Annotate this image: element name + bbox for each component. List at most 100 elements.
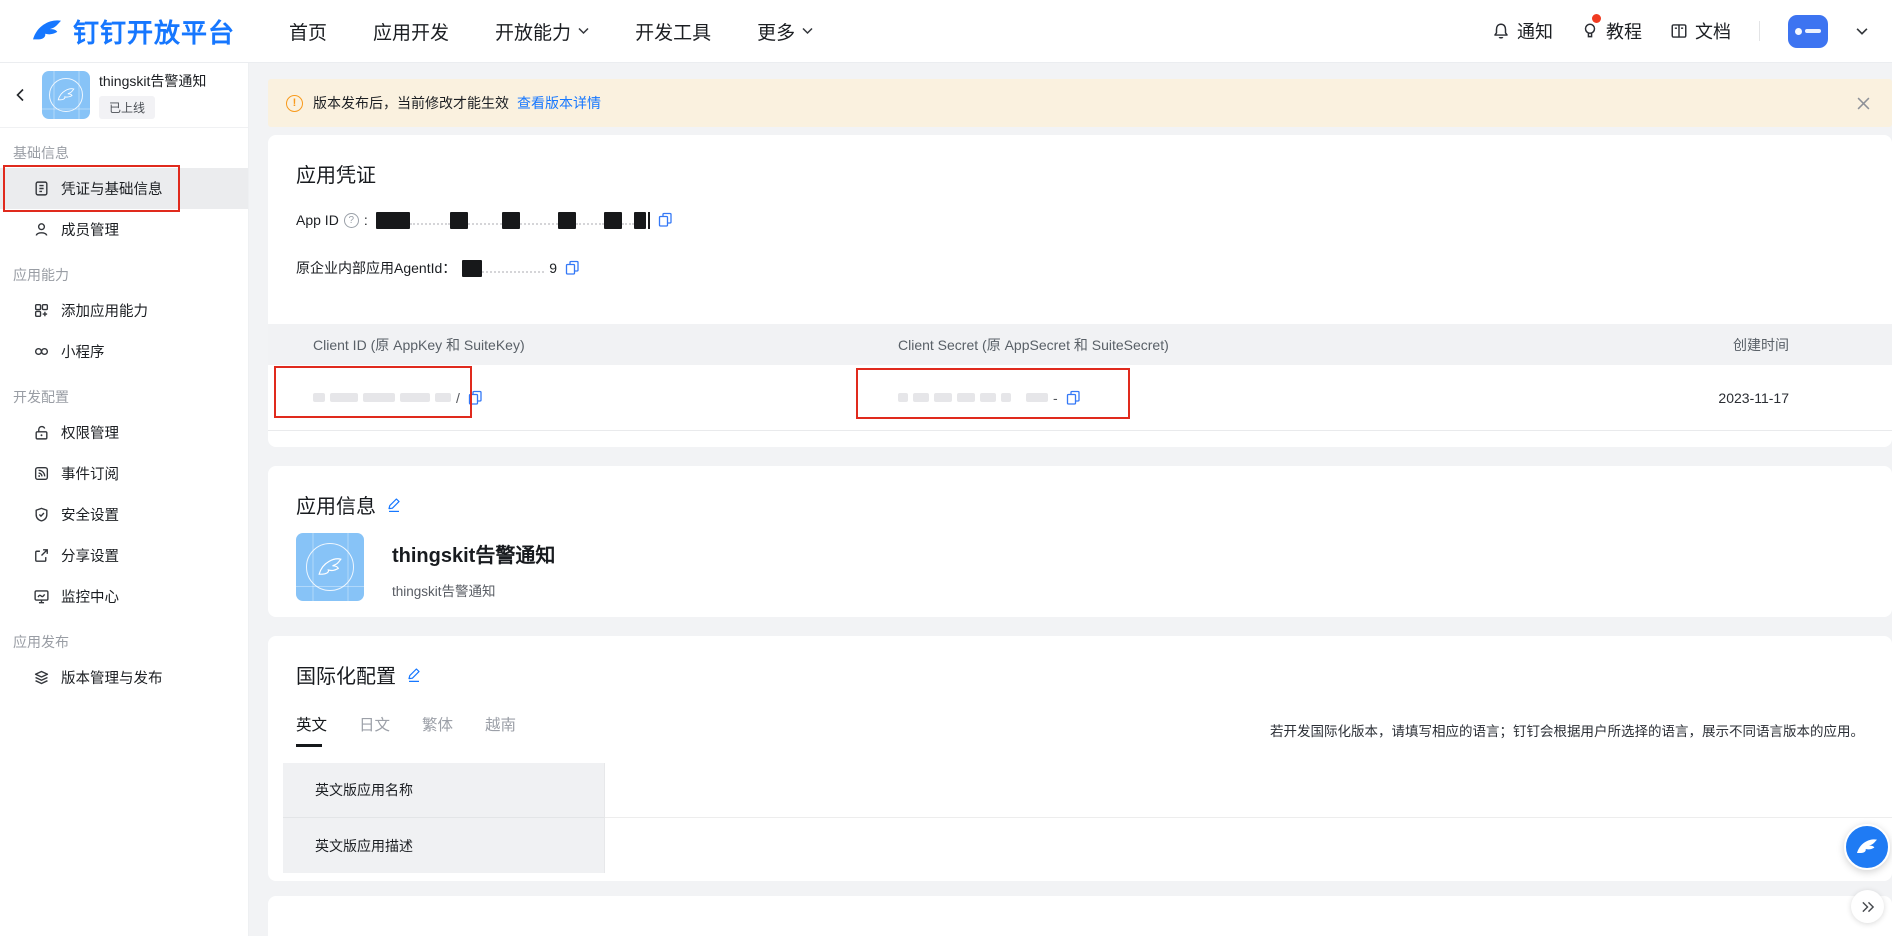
copy-client-id-button[interactable] xyxy=(468,390,483,406)
back-button[interactable] xyxy=(9,75,33,115)
org-avatar[interactable] xyxy=(1788,15,1828,48)
app-status-badge: 已上线 xyxy=(99,96,155,119)
app-icon-large xyxy=(296,533,364,601)
english-app-description-value xyxy=(605,818,1892,873)
customer-service-button[interactable] xyxy=(1844,824,1890,870)
tab-english[interactable]: 英文 xyxy=(296,713,327,747)
primary-nav: 首页 应用开发 开放能力 开发工具 更多 xyxy=(289,18,813,45)
tab-traditional-chinese[interactable]: 繁体 xyxy=(422,713,453,747)
copy-app-id-button[interactable] xyxy=(658,212,673,228)
warning-info-icon: ! xyxy=(286,95,303,112)
nav-right-utils: 通知 教程 文档 xyxy=(1492,15,1868,48)
dingtalk-logo[interactable]: 钉钉开放平台 xyxy=(30,13,235,50)
english-app-name-label: 英文版应用名称 xyxy=(283,763,605,818)
nav-dev-tools[interactable]: 开发工具 xyxy=(635,18,711,45)
tab-vietnamese[interactable]: 越南 xyxy=(485,713,516,747)
view-version-details-link[interactable]: 查看版本详情 xyxy=(517,93,601,113)
wing-icon xyxy=(55,86,77,104)
tab-japanese[interactable]: 日文 xyxy=(359,713,390,747)
sidebar-item-miniapp[interactable]: 小程序 xyxy=(0,331,248,372)
help-icon[interactable]: ? xyxy=(344,213,359,228)
agent-id-redacted-value xyxy=(462,260,544,277)
client-id-header: Client ID (原 AppKey 和 SuiteKey) xyxy=(313,335,898,355)
avatar-glyph xyxy=(1795,28,1802,35)
copy-icon xyxy=(1066,390,1081,406)
sidebar-item-monitor-center[interactable]: 监控中心 xyxy=(0,576,248,617)
nav-open-capability[interactable]: 开放能力 xyxy=(495,18,589,45)
sidebar-item-share-settings[interactable]: 分享设置 xyxy=(0,535,248,576)
sidebar-item-event-subscription[interactable]: 事件订阅 xyxy=(0,453,248,494)
agent-id-label: 原企业内部应用AgentId： xyxy=(296,258,456,278)
top-nav: 钉钉开放平台 首页 应用开发 开放能力 开发工具 更多 通知 教程 文档 xyxy=(0,0,1892,63)
client-secret-redacted-value xyxy=(898,393,1048,402)
copy-agent-id-button[interactable] xyxy=(565,260,580,276)
app-info-card: 应用信息 thingskit告警通知 thingskit告警通知 xyxy=(268,466,1892,617)
language-tabs: 英文 日文 繁体 越南 xyxy=(296,713,516,747)
app-info-title: 应用信息 xyxy=(296,490,1864,519)
notification-red-dot xyxy=(1592,14,1601,23)
doc-icon xyxy=(1670,22,1688,40)
edit-i18n-button[interactable] xyxy=(406,666,422,683)
english-app-name-value xyxy=(605,763,1892,818)
avatar-chevron-down-icon[interactable] xyxy=(1856,27,1868,36)
app-description: thingskit告警通知 xyxy=(392,580,555,600)
double-chevron-right-icon xyxy=(1861,900,1875,914)
share-icon xyxy=(33,547,50,564)
nav-app-dev[interactable]: 应用开发 xyxy=(373,18,449,45)
copy-icon xyxy=(658,212,673,228)
bulb-icon xyxy=(1581,22,1599,40)
credential-icon xyxy=(33,180,50,197)
main-content: ! 版本发布后，当前修改才能生效 查看版本详情 应用凭证 App ID ? : … xyxy=(249,63,1892,936)
next-card-partial xyxy=(268,896,1892,936)
docs-button[interactable]: 文档 xyxy=(1670,18,1731,44)
nav-more[interactable]: 更多 xyxy=(757,18,813,45)
client-id-cell: / xyxy=(313,390,898,406)
sidebar-section-basic-info: 基础信息 xyxy=(0,128,248,168)
sidebar-item-permissions[interactable]: 权限管理 xyxy=(0,412,248,453)
app-id-redacted-value xyxy=(376,212,650,229)
sidebar-menu: 基础信息 凭证与基础信息 成员管理 应用能力 添加应用能力 小程序 开发配置 权… xyxy=(0,128,248,698)
credentials-title: 应用凭证 xyxy=(268,159,1892,188)
copy-client-secret-button[interactable] xyxy=(1066,390,1081,406)
client-id-trailing-char: / xyxy=(456,390,460,406)
i18n-row-app-description: 英文版应用描述 xyxy=(283,818,1892,873)
permission-icon xyxy=(33,424,50,441)
i18n-tabs-row: 英文 日文 繁体 越南 若开发国际化版本，请填写相应的语言；钉钉会根据用户所选择… xyxy=(296,713,1864,747)
notifications-button[interactable]: 通知 xyxy=(1492,18,1553,44)
credentials-table-row: / - 2023-11-17 xyxy=(268,365,1892,431)
i18n-row-app-name: 英文版应用名称 xyxy=(283,763,1892,818)
sidebar-item-add-capability[interactable]: 添加应用能力 xyxy=(0,290,248,331)
sidebar-item-credentials[interactable]: 凭证与基础信息 xyxy=(0,168,248,209)
edit-pencil-icon xyxy=(406,666,422,683)
sidebar-app-header: thingskit告警通知 已上线 xyxy=(0,63,248,128)
collapse-panel-button[interactable] xyxy=(1851,890,1884,923)
chevron-down-icon xyxy=(802,27,813,35)
chevron-left-icon xyxy=(13,87,29,103)
version-icon xyxy=(33,669,50,686)
sidebar-item-version-release[interactable]: 版本管理与发布 xyxy=(0,657,248,698)
nav-home[interactable]: 首页 xyxy=(289,18,327,45)
sidebar-item-security[interactable]: 安全设置 xyxy=(0,494,248,535)
copy-icon xyxy=(565,260,580,276)
i18n-hint-text: 若开发国际化版本，请填写相应的语言；钉钉会根据用户所选择的语言，展示不同语言版本… xyxy=(1270,720,1864,740)
sidebar-item-members[interactable]: 成员管理 xyxy=(0,209,248,250)
chevron-down-icon xyxy=(578,27,589,35)
credentials-table-header: Client ID (原 AppKey 和 SuiteKey) Client S… xyxy=(268,324,1892,365)
edit-pencil-icon xyxy=(386,496,402,513)
add-capability-icon xyxy=(33,302,50,319)
edit-app-info-button[interactable] xyxy=(386,496,402,513)
sidebar-app-name: thingskit告警通知 xyxy=(99,71,206,91)
app-icon xyxy=(42,71,90,119)
i18n-form-table: 英文版应用名称 英文版应用描述 xyxy=(283,763,1892,873)
english-app-description-label: 英文版应用描述 xyxy=(283,818,605,873)
bell-icon xyxy=(1492,22,1510,40)
banner-text: 版本发布后，当前修改才能生效 xyxy=(313,93,509,113)
app-info-body: thingskit告警通知 thingskit告警通知 xyxy=(296,533,1864,601)
banner-close-button[interactable] xyxy=(1853,93,1874,114)
sidebar-section-capabilities: 应用能力 xyxy=(0,250,248,290)
app-id-row: App ID ? : xyxy=(296,208,1892,232)
agent-id-visible-digit: 9 xyxy=(549,260,557,276)
member-icon xyxy=(33,221,50,238)
sidebar: thingskit告警通知 已上线 基础信息 凭证与基础信息 成员管理 应用能力… xyxy=(0,63,249,936)
tutorial-button[interactable]: 教程 xyxy=(1581,18,1642,44)
